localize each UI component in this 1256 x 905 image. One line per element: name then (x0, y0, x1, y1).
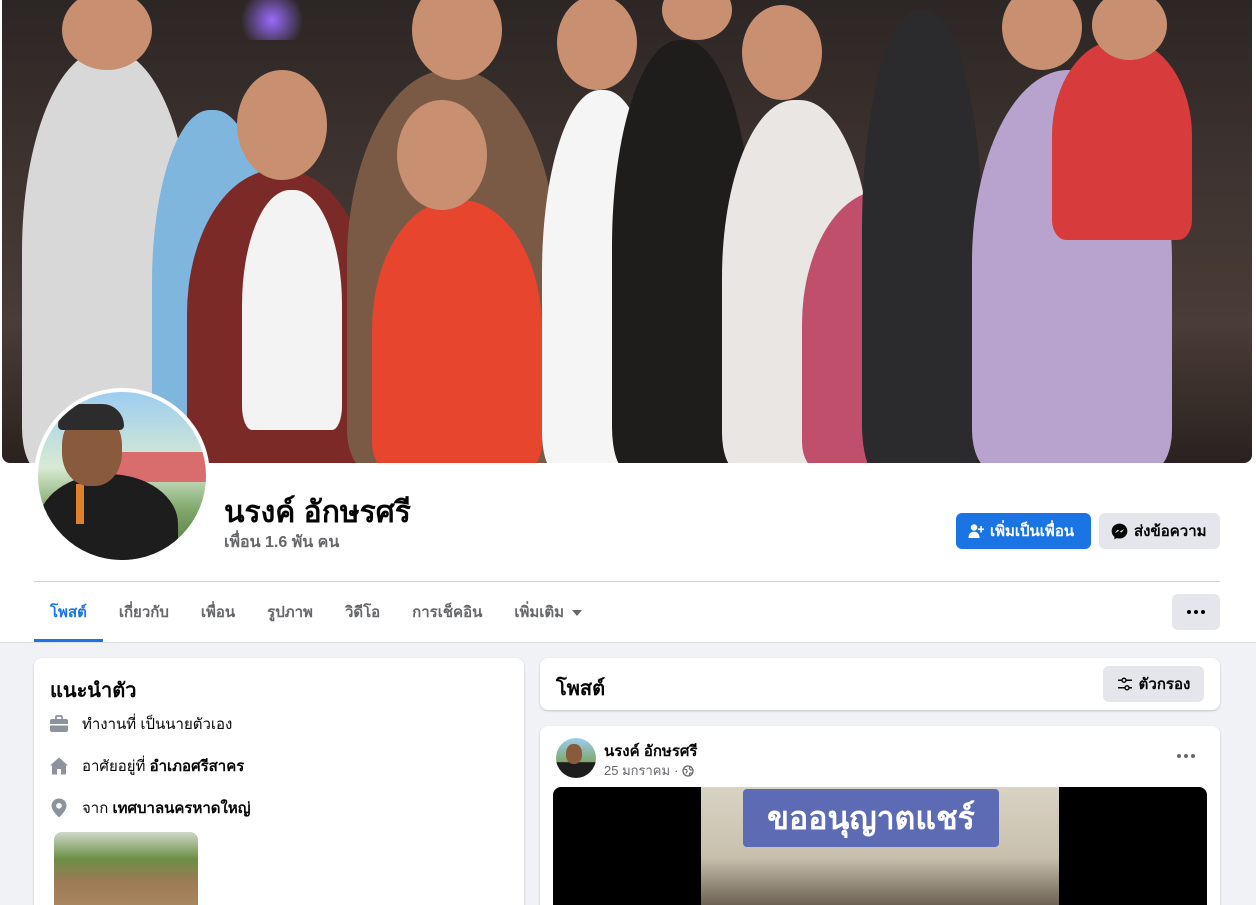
filter-button[interactable]: ตัวกรอง (1103, 666, 1204, 702)
video-caption: ขออนุญาตแชร์ (743, 789, 999, 847)
work-value: เป็นนายตัวเอง (140, 716, 233, 733)
tab-friends[interactable]: เพื่อน (185, 582, 251, 642)
post-meta: 25 มกราคม · (604, 760, 695, 781)
cover-photo[interactable] (2, 0, 1252, 463)
tab-label: เพื่อน (200, 604, 236, 621)
cover-light (232, 0, 312, 40)
add-friend-button[interactable]: เพิ่มเป็นเพื่อน (956, 513, 1091, 549)
more-dots-icon (1187, 610, 1191, 614)
cover-head (557, 0, 637, 90)
more-dots-icon (1191, 754, 1195, 758)
posts-title: โพสต์ (556, 678, 606, 700)
post-video[interactable]: ขออนุญาตแชร์ (553, 787, 1207, 905)
lives-value[interactable]: อำเภอศรีสาคร (150, 758, 245, 775)
intro-title: แนะนำตัว (50, 680, 137, 702)
from-prefix: จาก (82, 800, 109, 817)
friend-count[interactable]: เพื่อน 1.6 พัน คน (224, 530, 339, 555)
more-options-button[interactable] (1172, 594, 1220, 630)
location-pin-icon (48, 797, 70, 819)
tab-label: โพสต์ (50, 604, 87, 621)
message-label: ส่งข้อความ (1134, 523, 1207, 540)
sliders-icon (1117, 677, 1132, 691)
more-dots-icon (1194, 610, 1198, 614)
avatar-shirt (38, 474, 178, 560)
tab-label: การเช็คอิน (412, 604, 483, 621)
briefcase-icon (48, 713, 70, 735)
message-button[interactable]: ส่งข้อความ (1099, 513, 1220, 549)
avatar-stripe (76, 484, 84, 524)
cover-person (862, 10, 982, 463)
add-friend-label: เพิ่มเป็นเพื่อน (990, 523, 1075, 540)
globe-icon (682, 764, 695, 777)
intro-card: แนะนำตัว ทำงานที่ เป็นนายตัวเอง อาศัยอยู… (34, 658, 524, 905)
tab-about[interactable]: เกี่ยวกับ (103, 582, 185, 642)
profile-tabs: โพสต์ เกี่ยวกับ เพื่อน รูปภาพ วิดีโอ การ… (34, 582, 598, 642)
tab-videos[interactable]: วิดีโอ (329, 582, 396, 642)
cover-person (1052, 40, 1192, 240)
tab-checkins[interactable]: การเช็คอิน (396, 582, 498, 642)
caret-down-icon (572, 610, 583, 616)
filter-label: ตัวกรอง (1138, 676, 1191, 693)
more-dots-icon (1177, 754, 1181, 758)
tab-label: เกี่ยวกับ (118, 604, 169, 621)
intro-lives: อาศัยอยู่ที่ อำเภอศรีสาคร (48, 754, 244, 778)
avatar-face (566, 744, 582, 764)
intro-from: จาก เทศบาลนครหาดใหญ่ (48, 796, 251, 820)
work-prefix: ทำงานที่ (82, 716, 137, 733)
tab-photos[interactable]: รูปภาพ (251, 582, 329, 642)
home-icon (48, 755, 70, 777)
cover-head (237, 70, 327, 180)
featured-photo[interactable] (54, 832, 198, 905)
tab-more[interactable]: เพิ่มเติม (498, 582, 598, 642)
meta-separator: · (674, 763, 679, 778)
tab-label: เพิ่มเติม (514, 604, 565, 621)
post-date[interactable]: 25 มกราคม (604, 760, 670, 781)
more-dots-icon (1201, 610, 1205, 614)
video-frame: ขออนุญาตแชร์ (701, 787, 1059, 905)
profile-picture[interactable] (34, 388, 210, 564)
intro-work: ทำงานที่ เป็นนายตัวเอง (48, 712, 232, 736)
lives-prefix: อาศัยอยู่ที่ (82, 758, 146, 775)
cover-head (662, 0, 732, 40)
avatar-cap (58, 404, 124, 430)
post-options-button[interactable] (1168, 746, 1204, 766)
cover-head (62, 0, 152, 70)
cover-head (412, 0, 502, 80)
post-card: นรงค์ อักษรศรี 25 มกราคม · ขออนุญาตแชร์ (540, 726, 1220, 905)
cover-head (742, 5, 822, 100)
profile-header: นรงค์ อักษรศรี เพื่อน 1.6 พัน คน เพิ่มเป… (0, 0, 1256, 643)
cover-head (1002, 0, 1082, 70)
person-plus-icon (968, 524, 984, 538)
more-dots-icon (1184, 754, 1188, 758)
from-value[interactable]: เทศบาลนครหาดใหญ่ (112, 800, 250, 817)
cover-person (242, 190, 342, 430)
cover-head (397, 100, 487, 210)
tab-posts[interactable]: โพสต์ (34, 582, 103, 642)
profile-name: นรงค์ อักษรศรี (224, 496, 411, 529)
tab-label: รูปภาพ (267, 604, 313, 621)
messenger-icon (1111, 523, 1128, 539)
posts-header: โพสต์ ตัวกรอง (540, 658, 1220, 710)
avatar (38, 392, 206, 560)
tab-label: วิดีโอ (344, 604, 381, 621)
cover-person (372, 200, 542, 463)
post-author-avatar[interactable] (556, 738, 596, 778)
